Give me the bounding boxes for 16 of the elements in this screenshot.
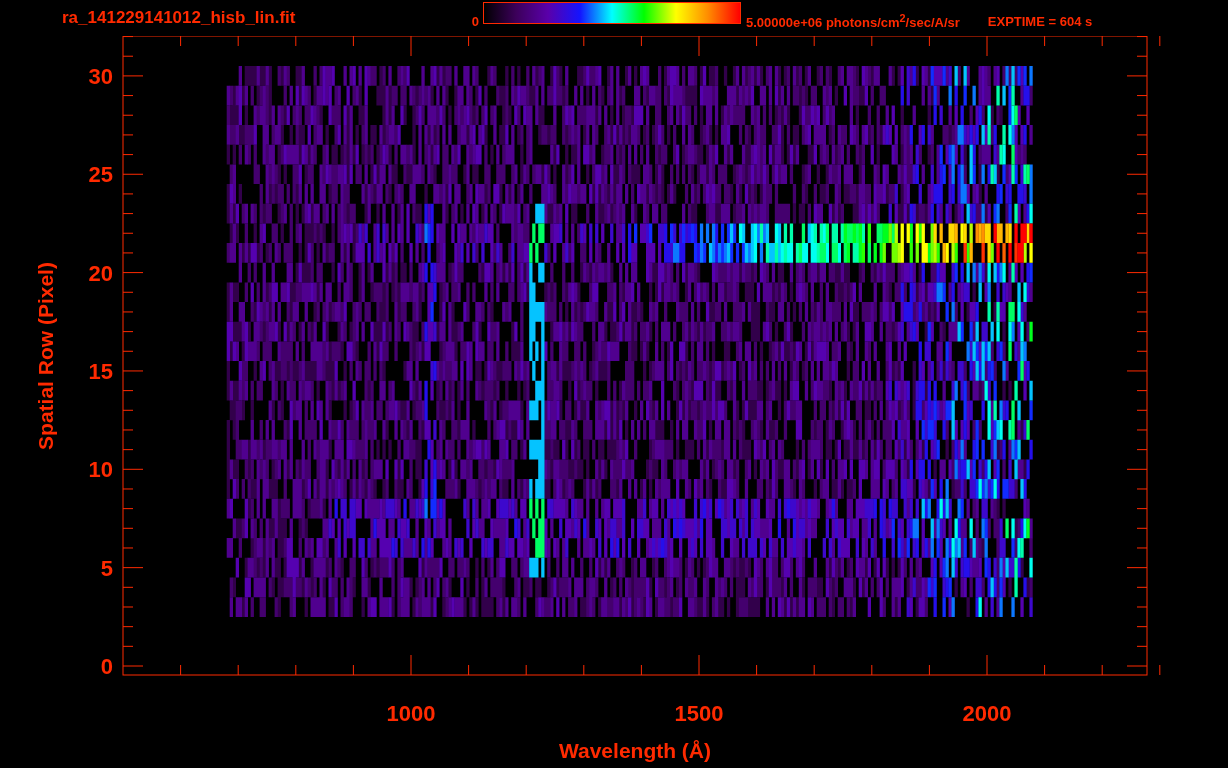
colorbar-min-label: 0: [470, 12, 479, 29]
plot-title: ra_141229141012_hisb_lin.fit: [62, 8, 297, 28]
y-tick-label: 10: [88, 457, 113, 483]
y-tick-label: 5: [100, 555, 113, 581]
y-tick-label: 15: [88, 358, 113, 384]
y-tick-label: 25: [88, 162, 113, 188]
x-axis-title: Wavelength (Å): [558, 739, 712, 762]
y-tick-label: 30: [88, 63, 113, 89]
y-tick-label: 0: [100, 654, 113, 679]
exposure-time-label: EXPTIME = 604 s: [987, 12, 1093, 29]
y-tick-label: 20: [88, 260, 113, 286]
colorbar-max-label: 5.00000e+06 photons/cm$^{2}$/sec/A/sr: [746, 10, 960, 31]
y-axis-title: Spatial Row (Pixel): [34, 262, 57, 450]
x-tick-label: 1000: [386, 701, 436, 726]
x-tick-label: 1500: [674, 701, 724, 726]
x-tick-label: 2000: [962, 701, 1012, 726]
